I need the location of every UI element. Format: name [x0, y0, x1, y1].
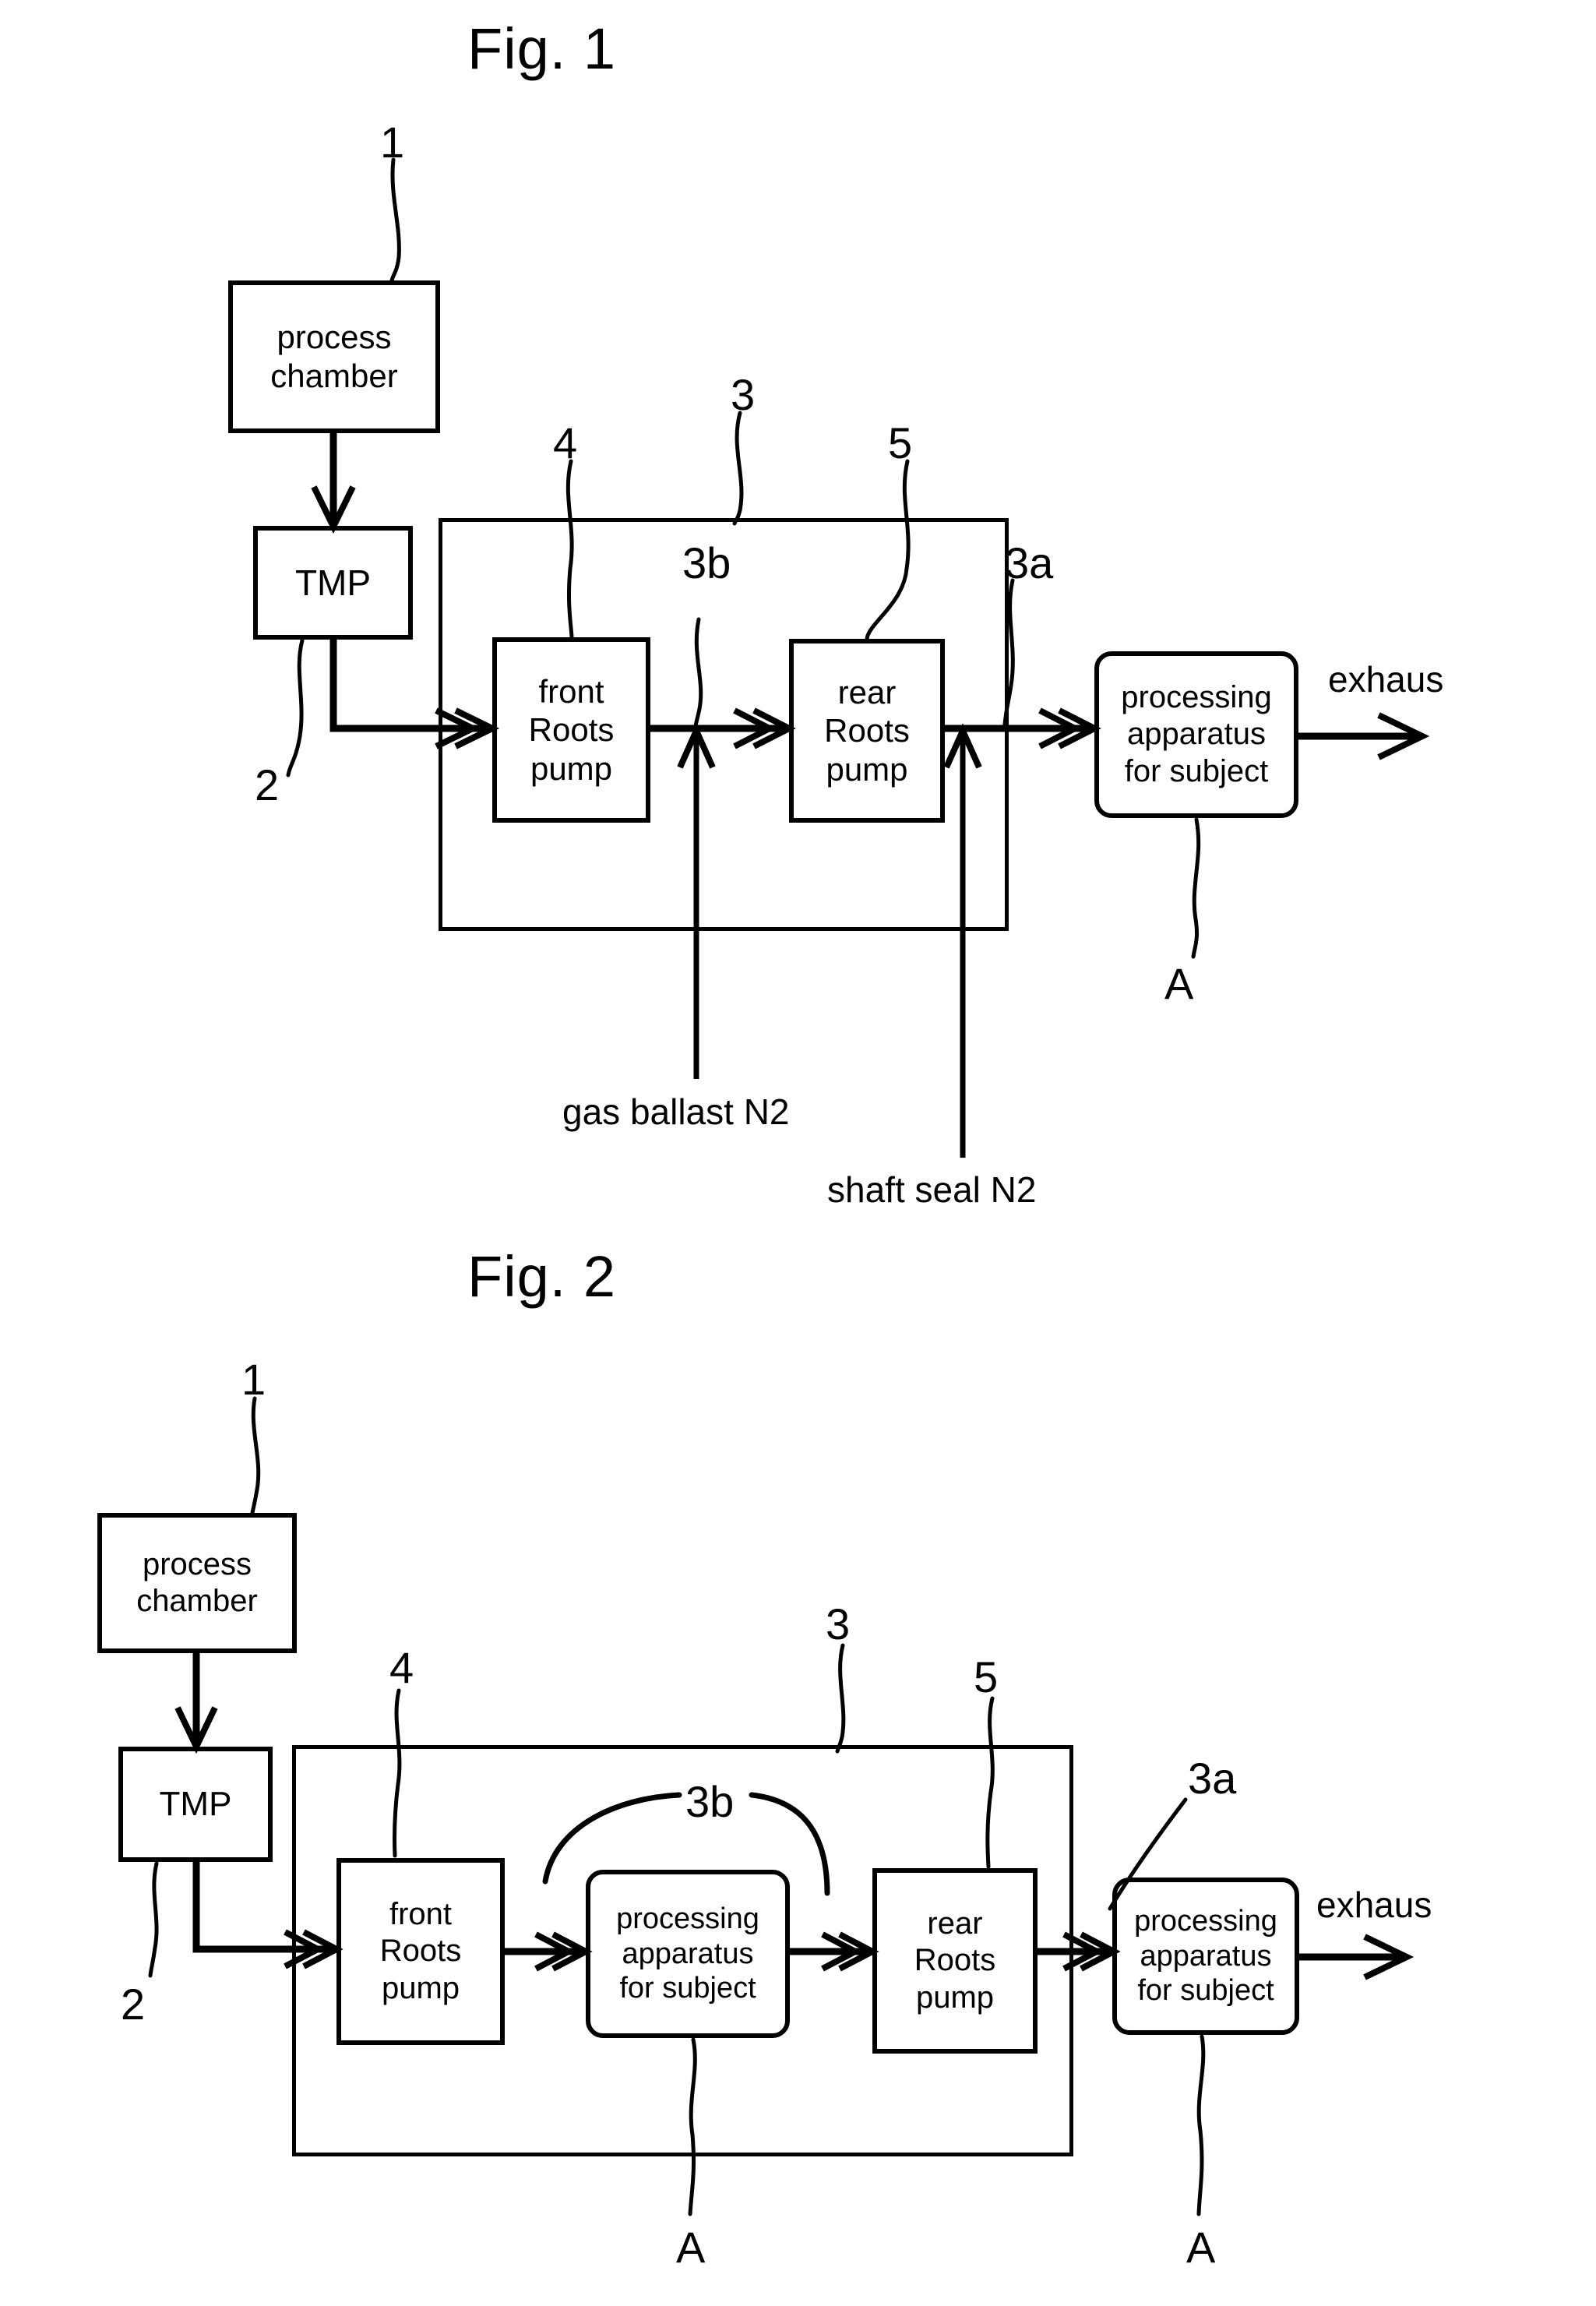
fig2-rear-to-right-arrowhead-a [1080, 1931, 1121, 1972]
fig2-mid-processing-apparatus-line3: for subject [619, 1972, 756, 2005]
fig2-ref-A-mid-label: A [676, 2223, 706, 2272]
fig1-rear-roots-pump-block: rear Roots pump [789, 639, 945, 823]
fig2-front-roots-pump-line2: Roots [379, 1934, 462, 1969]
fig1-tmp-block: TMP [253, 526, 413, 640]
fig2-right-processing-apparatus-line1: processing [1134, 1904, 1277, 1938]
fig1-processing-apparatus-line1: processing [1121, 680, 1272, 715]
fig1-rear-roots-pump-line3: pump [826, 750, 908, 788]
fig2-process-chamber-block: process chamber [97, 1513, 297, 1653]
fig1-tmp-line1: TMP [294, 562, 372, 603]
fig2-ref-A-right-leader-line [1196, 2034, 1206, 2216]
fig1-chamber-to-tmp-arrowhead [311, 485, 356, 534]
fig2-tmp-block: TMP [118, 1747, 273, 1862]
fig2-ref-3-leader-line [835, 1643, 846, 1754]
fig1-ref-1-leader-line [389, 157, 401, 283]
fig2-process-chamber-line1: process [142, 1546, 252, 1581]
fig2-ref-5-label: 5 [974, 1652, 999, 1701]
fig2-rear-roots-pump-line2: Roots [914, 1943, 996, 1978]
fig1-exhaust-caption: exhaus [1328, 659, 1444, 700]
fig1-ref-2-leader-line [286, 638, 305, 777]
fig1-ref-2-label: 2 [255, 760, 280, 809]
fig2-right-processing-apparatus-line3: for subject [1137, 1974, 1274, 2008]
fig2-exhaust-arrowhead [1363, 1934, 1415, 1980]
fig1-process-chamber-line2: chamber [270, 358, 398, 394]
fig2-right-processing-apparatus-line2: apparatus [1140, 1939, 1272, 1973]
fig2-rear-roots-pump-line1: rear [927, 1906, 983, 1941]
fig1-front-roots-pump-line1: front [538, 672, 604, 710]
fig1-title: Fig. 1 [467, 16, 617, 81]
fig1-ref-A-leader-line [1191, 817, 1201, 959]
fig2-ref-4-label: 4 [389, 1643, 414, 1692]
fig2-ref-3b-label: 3b [685, 1777, 735, 1826]
fig1-processing-apparatus-line3: for subject [1124, 753, 1269, 788]
fig1-gas-ballast-caption: gas ballast N2 [562, 1091, 790, 1132]
fig1-rear-to-apparatus-arrowhead-a [1058, 707, 1101, 749]
fig2-ref-3a-label: 3a [1188, 1754, 1237, 1803]
fig1-front-roots-pump-block: front Roots pump [492, 637, 650, 823]
fig2-process-chamber-line2: chamber [136, 1584, 258, 1618]
fig1-ref-3-label: 3 [731, 370, 756, 419]
patent-figure-sheet: Fig. 1 process chamber TMP front Roots p… [0, 0, 1596, 2306]
fig2-right-processing-apparatus-block: processing apparatus for subject [1112, 1878, 1299, 2035]
fig2-front-roots-pump-line1: front [389, 1897, 453, 1932]
fig1-ref-3a-label: 3a [1005, 538, 1054, 587]
fig1-ref-3b-label: 3b [682, 538, 731, 587]
fig2-front-roots-pump-block: front Roots pump [336, 1858, 505, 2045]
fig2-ref-2-leader-line [148, 1861, 159, 1978]
fig1-shaft-seal-caption: shaft seal N2 [827, 1169, 1037, 1210]
fig1-rear-to-apparatus-arrowhead-b [1038, 707, 1082, 749]
fig2-ref-A-right-label: A [1186, 2223, 1216, 2272]
fig2-exhaust-caption: exhaus [1316, 1885, 1432, 1925]
fig1-rear-roots-pump-line2: Roots [824, 712, 910, 749]
fig2-tmp-line1: TMP [159, 1785, 232, 1824]
fig2-mid-processing-apparatus-block: processing apparatus for subject [586, 1870, 790, 2038]
fig2-mid-processing-apparatus-line1: processing [616, 1902, 759, 1935]
fig1-front-roots-pump-line3: pump [530, 749, 613, 787]
fig1-exhaust-arrowhead [1377, 712, 1430, 760]
fig2-ref-2-label: 2 [121, 1980, 146, 2029]
fig1-ref-5-label: 5 [888, 418, 913, 467]
fig2-ref-1-leader-line [250, 1396, 261, 1515]
fig1-processing-apparatus-block: processing apparatus for subject [1094, 651, 1298, 818]
fig2-front-roots-pump-line3: pump [381, 1970, 460, 2005]
fig1-rear-roots-pump-line1: rear [837, 673, 897, 710]
fig1-process-chamber-line1: process [277, 319, 392, 356]
fig1-process-chamber-block: process chamber [228, 280, 440, 433]
fig2-rear-roots-pump-line3: pump [915, 1980, 995, 2015]
fig1-ref-3-leader-line [732, 411, 744, 526]
fig2-mid-processing-apparatus-line2: apparatus [622, 1937, 754, 1970]
fig1-ref-A-label: A [1164, 959, 1194, 1008]
fig1-front-roots-pump-line2: Roots [528, 711, 615, 749]
fig2-rear-roots-pump-block: rear Roots pump [872, 1868, 1038, 2054]
fig2-ref-3-label: 3 [826, 1599, 851, 1648]
fig1-ref-1-label: 1 [380, 118, 405, 167]
fig1-ref-4-label: 4 [553, 418, 578, 467]
fig2-title: Fig. 2 [467, 1244, 617, 1309]
fig1-processing-apparatus-line2: apparatus [1127, 717, 1266, 752]
fig2-ref-1-label: 1 [241, 1355, 266, 1404]
fig2-chamber-to-tmp-arrowhead [174, 1706, 218, 1754]
